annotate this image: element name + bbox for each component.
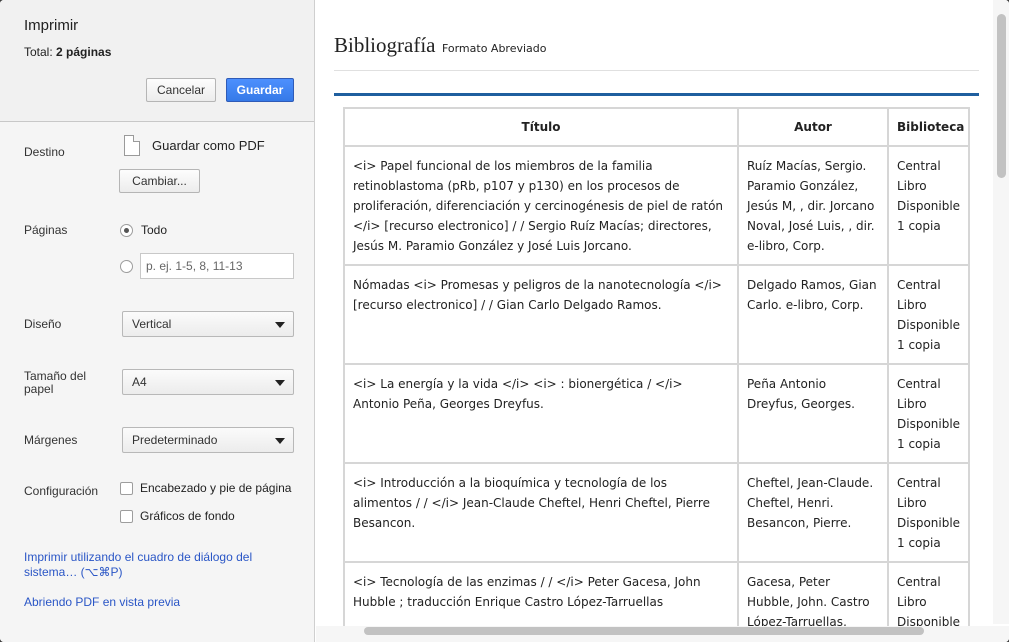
column-header-author: Autor [737, 107, 889, 147]
header-footer-checkbox[interactable] [120, 482, 133, 495]
print-settings-panel: Imprimir Total: 2 páginas Cancelar Guard… [0, 0, 315, 642]
pages-all-radio[interactable] [120, 224, 133, 237]
cell-library: Central Libro Disponible 1 copia [886, 462, 971, 563]
paper-size-value: A4 [132, 375, 147, 389]
pages-custom-radio[interactable] [120, 260, 133, 273]
print-dialog: Imprimir Total: 2 páginas Cancelar Guard… [0, 0, 1009, 642]
cell-library: Central Libro Disponible 1 copia [886, 145, 971, 266]
open-pdf-preview-link[interactable]: Abriendo PDF en vista previa [24, 595, 180, 610]
library-type: Libro [897, 298, 927, 312]
total-value: 2 páginas [56, 45, 112, 59]
column-header-title: Título [343, 107, 739, 147]
column-header-library: Biblioteca [886, 107, 971, 147]
pages-label: Páginas [24, 223, 68, 237]
table-row: <i> Introducción a la bioquímica y tecno… [343, 462, 971, 563]
system-dialog-link[interactable]: Imprimir utilizando el cuadro de diálogo… [24, 550, 274, 580]
library-status: Disponible [897, 199, 961, 213]
cell-author: Ruíz Macías, Sergio. Paramio González, J… [737, 145, 889, 266]
cell-author: Cheftel, Jean-Claude. Cheftel, Henri. Be… [737, 462, 889, 563]
vertical-scrollbar[interactable] [993, 0, 1009, 624]
library-status: Disponible [897, 417, 961, 431]
margins-label: Márgenes [24, 433, 78, 447]
library-location: Central [897, 159, 941, 173]
bibliography-table: Título Autor Biblioteca <i> Papel funcio… [343, 107, 971, 642]
library-status: Disponible [897, 516, 961, 530]
document-title-main: Bibliografía [334, 33, 436, 57]
margins-value: Predeterminado [132, 433, 218, 447]
library-type: Libro [897, 179, 927, 193]
library-status: Disponible [897, 318, 961, 332]
library-location: Central [897, 476, 941, 490]
paper-size-select[interactable]: A4 [122, 369, 294, 395]
chevron-down-icon [275, 380, 285, 386]
print-title: Imprimir [24, 17, 79, 34]
background-graphics-checkbox[interactable] [120, 510, 133, 523]
pdf-file-icon [124, 135, 140, 156]
cancel-button[interactable]: Cancelar [146, 78, 216, 102]
library-copies: 1 copia [897, 536, 941, 550]
library-copies: 1 copia [897, 338, 941, 352]
save-button[interactable]: Guardar [226, 78, 294, 102]
cell-library: Central Libro Disponible 1 copia [886, 264, 971, 365]
layout-label: Diseño [24, 317, 62, 331]
document-subtitle: Formato Abreviado [441, 42, 547, 55]
options-label: Configuración [24, 484, 99, 498]
horizontal-scrollbar[interactable] [316, 626, 1009, 642]
cell-title: <i> La energía y la vida </i> <i> : bion… [343, 363, 739, 464]
pages-all-label: Todo [141, 223, 168, 237]
cell-title: <i> Papel funcional de los miembros de l… [343, 145, 739, 266]
cell-library: Central Libro Disponible 1 copia [886, 363, 971, 464]
total-label: Total: [24, 45, 53, 59]
destination-label: Destino [24, 145, 65, 159]
cell-author: Delgado Ramos, Gian Carlo. e-libro, Corp… [737, 264, 889, 365]
paper-size-label: Tamaño del papel [24, 369, 87, 396]
bibliography-table-wrap: Título Autor Biblioteca <i> Papel funcio… [343, 107, 971, 642]
title-divider [334, 70, 979, 71]
margins-select[interactable]: Predeterminado [122, 427, 294, 453]
cell-title: <i> Introducción a la bioquímica y tecno… [343, 462, 739, 563]
library-copies: 1 copia [897, 437, 941, 451]
vertical-scroll-thumb[interactable] [997, 14, 1006, 178]
library-location: Central [897, 278, 941, 292]
page-total: Total: 2 páginas [24, 45, 111, 59]
cell-author: Peña Antonio Dreyfus, Georges. [737, 363, 889, 464]
header-rule [334, 93, 979, 96]
library-type: Libro [897, 496, 927, 510]
background-graphics-label: Gráficos de fondo [140, 509, 235, 523]
library-location: Central [897, 377, 941, 391]
destination-value: Guardar como PDF [152, 138, 265, 153]
pages-custom-input[interactable] [140, 253, 294, 279]
table-row: Nómadas <i> Promesas y peligros de la na… [343, 264, 971, 365]
layout-select[interactable]: Vertical [122, 311, 294, 337]
library-location: Central [897, 575, 941, 589]
table-header-row: Título Autor Biblioteca [343, 107, 971, 147]
chevron-down-icon [275, 438, 285, 444]
change-destination-button[interactable]: Cambiar... [119, 169, 200, 193]
header-footer-label: Encabezado y pie de página [140, 481, 292, 495]
cell-title: Nómadas <i> Promesas y peligros de la na… [343, 264, 739, 365]
layout-value: Vertical [132, 317, 172, 331]
library-copies: 1 copia [897, 219, 941, 233]
table-row: <i> La energía y la vida </i> <i> : bion… [343, 363, 971, 464]
library-type: Libro [897, 595, 927, 609]
library-type: Libro [897, 397, 927, 411]
chevron-down-icon [275, 322, 285, 328]
horizontal-scroll-thumb[interactable] [364, 627, 924, 635]
print-header: Imprimir Total: 2 páginas Cancelar Guard… [0, 0, 314, 122]
table-row: <i> Papel funcional de los miembros de l… [343, 145, 971, 266]
print-preview: Bibliografía Formato Abreviado Título Au… [316, 0, 1009, 642]
document-title: Bibliografía Formato Abreviado [334, 33, 547, 58]
